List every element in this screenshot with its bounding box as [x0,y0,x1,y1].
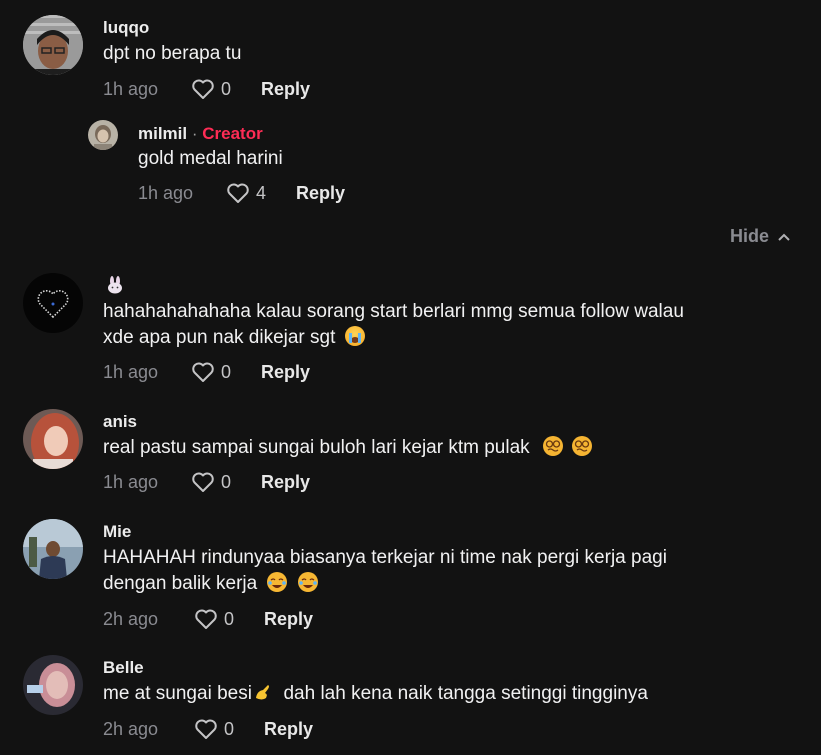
comment-text-fragment: me at sungai besi [103,683,252,704]
comment-meta: 1h ago 0 Reply [103,360,310,384]
reply-button[interactable]: Reply [264,609,313,630]
reply-button[interactable]: Reply [261,362,310,383]
avatar-photo [23,15,83,75]
loudly-crying-emoji-icon [344,326,365,346]
avatar[interactable] [23,15,83,75]
chevron-up-icon [778,233,790,241]
avatar-photo [23,519,83,579]
heart-outline-icon [227,183,249,203]
like-button[interactable]: 0 [194,718,264,740]
heart-outline-icon [195,719,217,739]
like-button[interactable]: 4 [226,182,296,204]
heart-outline-icon [192,79,214,99]
avatar[interactable] [23,655,83,715]
avatar[interactable] [88,120,118,150]
woozy-face-emoji-icon [542,436,563,456]
comment-time: 1h ago [103,78,159,99]
joy-emoji-icon [266,572,287,592]
comment-text-line-2: dengan balik kerja [103,571,318,597]
like-count: 4 [256,182,267,203]
heart-outline-icon [192,362,214,382]
comment-item: Belle me at sungai besi dah lah kena nai… [0,646,821,755]
comment-item: anis real pastu sampai sungai buloh lari… [0,400,821,510]
comment-meta: 1h ago 0 Reply [103,470,310,494]
heart-outline-icon [192,472,214,492]
avatar-photo [23,273,83,333]
comment-username[interactable] [106,276,124,299]
comment-text: dpt no berapa tu [103,43,242,64]
comment-item: Mie HAHAHAH rindunyaa biasanya terkejar … [0,510,821,640]
like-count: 0 [221,471,232,492]
like-button[interactable]: 0 [191,471,261,493]
comment-text: gold medal harini [138,148,283,169]
reply-button[interactable]: Reply [261,472,310,493]
comment-time: 1h ago [138,182,194,203]
comment-meta: 2h ago 0 Reply [103,717,313,741]
like-count: 0 [221,78,232,99]
reply-item: milmil · Creator gold medal harini 1h ag… [0,110,821,215]
comment-time: 2h ago [103,608,159,629]
comment-time: 2h ago [103,718,159,739]
like-button[interactable]: 0 [194,608,264,630]
comment-meta: 1h ago 0 Reply [103,77,310,101]
comment-time: 1h ago [103,361,159,382]
like-count: 0 [224,718,235,739]
comment-item: hahahahahahaha kalau sorang start berlar… [0,265,821,390]
comment-text-fragment: dah lah kena naik tangga setinggi tinggi… [272,683,648,704]
reply-button[interactable]: Reply [264,719,313,740]
hide-replies-button[interactable]: Hide [730,226,791,247]
comment-username[interactable]: Mie [103,522,131,542]
comment-username[interactable]: milmil [138,124,187,143]
woozy-face-emoji-icon [572,436,593,456]
comment-item: luqqo dpt no berapa tu 1h ago 0 Reply [0,0,821,110]
like-button[interactable]: 0 [191,78,261,100]
avatar-photo [23,409,83,469]
comment-username[interactable]: luqqo [103,18,149,38]
comment-text-fragment: xde apa pun nak dikejar sgt [103,327,336,348]
like-count: 0 [224,608,235,629]
comment-meta: 1h ago 4 Reply [138,181,345,205]
comment-text-line-2: xde apa pun nak dikejar sgt [103,325,365,351]
comment-text-line: real pastu sampai sungai buloh lari keja… [103,435,593,461]
comment-text-line: me at sungai besi dah lah kena naik tang… [103,681,648,707]
hide-label: Hide [730,226,770,246]
comment-text-fragment: dengan balik kerja [103,573,258,594]
reply-button[interactable]: Reply [296,183,345,204]
avatar[interactable] [23,273,83,333]
avatar[interactable] [23,409,83,469]
avatar-photo [88,120,118,150]
creator-badge: Creator [202,124,263,143]
comment-text-line: HAHAHAH rindunyaa biasanya terkejar ni t… [103,547,667,568]
joy-emoji-icon [297,572,318,592]
comment-username[interactable]: anis [103,412,137,432]
separator: · [187,124,203,143]
comment-time: 1h ago [103,471,159,492]
comment-username[interactable]: Belle [103,658,144,678]
comment-meta: 2h ago 0 Reply [103,607,313,631]
comment-text-fragment: real pastu sampai sungai buloh lari keja… [103,437,530,458]
heart-outline-icon [195,609,217,629]
comment-text-line: hahahahahahaha kalau sorang start berlar… [103,301,684,322]
reply-button[interactable]: Reply [261,79,310,100]
like-count: 0 [221,361,232,382]
comment-username-line: milmil · Creator [138,124,263,144]
avatar-photo [23,655,83,715]
like-button[interactable]: 0 [191,361,261,383]
pinching-hand-emoji-icon [253,682,273,702]
bunny-emoji-icon [108,276,122,294]
avatar[interactable] [23,519,83,579]
